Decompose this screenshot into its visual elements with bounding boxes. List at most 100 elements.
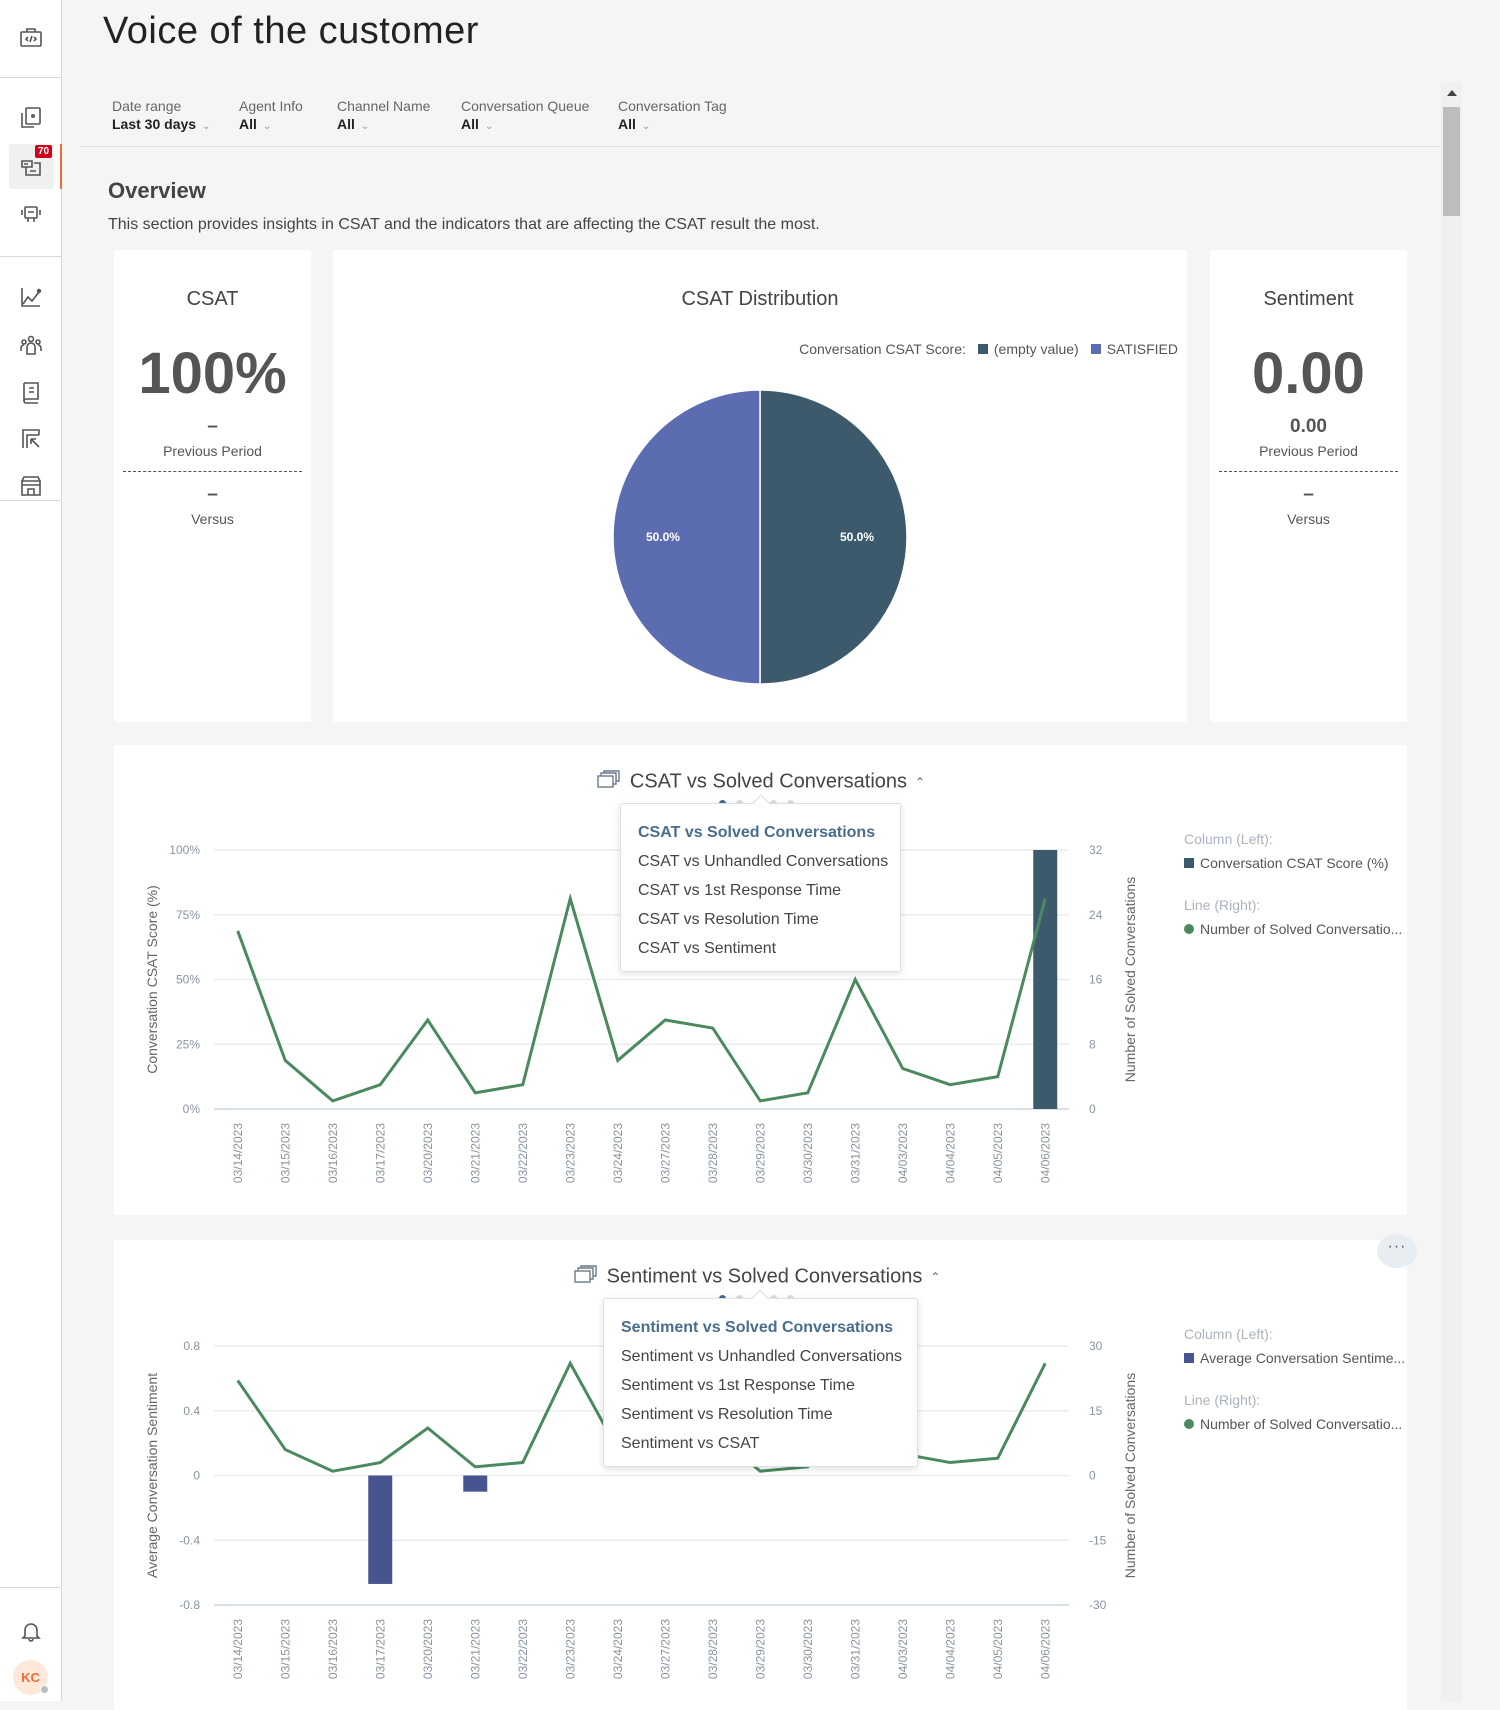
y-tick-label-right: 15 — [1089, 1404, 1103, 1418]
x-tick-label: 03/31/2023 — [848, 1123, 862, 1183]
menu-item[interactable]: CSAT vs Solved Conversations — [621, 818, 900, 847]
x-tick-label: 03/24/2023 — [611, 1619, 625, 1679]
kpi-title: Sentiment — [1263, 288, 1354, 310]
x-tick-label: 03/16/2023 — [326, 1123, 340, 1183]
y-tick-label-left: 100% — [169, 843, 200, 857]
divider — [123, 471, 302, 472]
x-tick-label: 03/23/2023 — [563, 1123, 577, 1183]
x-tick-label: 03/17/2023 — [373, 1619, 387, 1679]
inbox-badge: 70 — [35, 145, 53, 158]
scrollbar[interactable] — [1441, 83, 1462, 1701]
developer-icon[interactable] — [16, 22, 46, 52]
kpi-title: CSAT — [186, 288, 239, 310]
menu-item[interactable]: Sentiment vs Unhandled Conversations — [604, 1342, 917, 1371]
filter-label: Channel Name — [337, 98, 431, 114]
y-tick-label-right: -30 — [1089, 1598, 1107, 1612]
menu-item[interactable]: CSAT vs Resolution Time — [621, 905, 900, 934]
x-tick-label: 03/28/2023 — [706, 1123, 720, 1183]
active-indicator — [60, 144, 62, 189]
x-tick-label: 03/20/2023 — [421, 1619, 435, 1679]
column-bar — [368, 1475, 393, 1584]
y-tick-label-right: 8 — [1089, 1037, 1096, 1051]
y-axis-label-left: Average Conversation Sentiment — [144, 1373, 160, 1578]
sidebar-divider — [0, 256, 62, 257]
knowledge-icon[interactable] — [16, 377, 46, 407]
menu-item[interactable]: CSAT vs 1st Response Time — [621, 876, 900, 905]
legend-group-label: Column (Left): — [1184, 1326, 1273, 1342]
campaign-icon[interactable] — [16, 424, 46, 454]
kpi-versus-label: Versus — [191, 511, 234, 527]
section-title: Overview — [108, 178, 206, 203]
chevron-down-icon: ⌄ — [641, 121, 651, 132]
y-tick-label-right: -15 — [1089, 1533, 1107, 1547]
chevron-down-icon: ⌄ — [360, 121, 370, 132]
team-icon[interactable] — [16, 330, 46, 360]
bell-icon[interactable] — [16, 1616, 46, 1646]
filter-label: Conversation Tag — [618, 98, 727, 114]
x-tick-label: 04/03/2023 — [896, 1123, 910, 1183]
chart-legend: Column (Left): Conversation CSAT Score (… — [1184, 831, 1402, 963]
x-tick-label: 03/20/2023 — [421, 1123, 435, 1183]
x-tick-label: 03/29/2023 — [753, 1619, 767, 1679]
divider — [1219, 471, 1398, 472]
filter-conversation-queue[interactable]: Conversation Queue All ⌄ — [461, 98, 589, 132]
legend-item[interactable]: Number of Solved Conversatio... — [1184, 921, 1402, 937]
x-tick-label: 04/06/2023 — [1038, 1123, 1052, 1183]
kpi-previous-label: Previous Period — [163, 443, 262, 459]
store-icon[interactable] — [16, 471, 46, 501]
section-description: This section provides insights in CSAT a… — [108, 216, 820, 233]
menu-item[interactable]: Sentiment vs CSAT — [604, 1429, 917, 1458]
x-tick-label: 03/27/2023 — [658, 1619, 672, 1679]
csat-card: CSAT 100% – Previous Period – Versus — [114, 250, 311, 722]
menu-item[interactable]: Sentiment vs Resolution Time — [604, 1400, 917, 1429]
menu-item[interactable]: Sentiment vs Solved Conversations — [604, 1313, 917, 1342]
menu-item[interactable]: CSAT vs Unhandled Conversations — [621, 847, 900, 876]
filter-conversation-tag[interactable]: Conversation Tag All ⌄ — [618, 98, 727, 132]
scroll-up-arrow-icon[interactable] — [1447, 90, 1457, 96]
pie-slice — [759, 389, 908, 685]
kpi-previous-label: Previous Period — [1259, 443, 1358, 459]
legend-group-label: Line (Right): — [1184, 897, 1261, 913]
filter-value: All — [618, 116, 636, 132]
analytics-icon[interactable] — [16, 282, 46, 312]
pie-chart: 50.0% 50.0% — [612, 389, 908, 685]
x-tick-label: 03/22/2023 — [516, 1123, 530, 1183]
x-tick-label: 03/15/2023 — [278, 1123, 292, 1183]
sidebar-divider — [0, 500, 62, 501]
filter-label: Agent Info — [239, 98, 303, 114]
y-tick-label-left: 0.8 — [183, 1339, 200, 1353]
menu-item[interactable]: CSAT vs Sentiment — [621, 934, 900, 963]
x-tick-label: 04/03/2023 — [896, 1619, 910, 1679]
filter-bar: Date range Last 30 days ⌄ Agent Info All ⌄… — [80, 92, 1440, 147]
x-tick-label: 03/30/2023 — [801, 1619, 815, 1679]
x-tick-label: 03/15/2023 — [278, 1619, 292, 1679]
x-tick-label: 03/23/2023 — [563, 1619, 577, 1679]
sidebar-divider — [0, 1587, 62, 1588]
filter-date-range[interactable]: Date range Last 30 days ⌄ — [112, 98, 210, 132]
menu-item[interactable]: Sentiment vs 1st Response Time — [604, 1371, 917, 1400]
legend-item[interactable]: Average Conversation Sentime... — [1184, 1350, 1405, 1366]
y-axis-label-left: Conversation CSAT Score (%) — [144, 885, 160, 1074]
bot-icon[interactable] — [16, 198, 46, 228]
filter-channel-name[interactable]: Channel Name All ⌄ — [337, 98, 430, 132]
x-tick-label: 04/04/2023 — [943, 1123, 957, 1183]
kpi-versus-label: Versus — [1287, 511, 1330, 527]
y-tick-label-left: 0% — [183, 1102, 201, 1116]
x-tick-label: 04/05/2023 — [991, 1123, 1005, 1183]
reports-icon[interactable] — [16, 103, 46, 133]
y-axis-label-right: Number of Solved Conversations — [1122, 877, 1138, 1082]
legend-item[interactable]: Number of Solved Conversatio... — [1184, 1416, 1405, 1432]
chart-switcher-menu: Sentiment vs Solved Conversations Sentim… — [603, 1289, 918, 1467]
x-tick-label: 03/29/2023 — [753, 1123, 767, 1183]
csat-distribution-card: CSAT Distribution Conversation CSAT Scor… — [333, 250, 1187, 722]
chevron-down-icon: ⌄ — [202, 121, 211, 132]
filter-value: All — [461, 116, 479, 132]
scrollbar-thumb[interactable] — [1443, 107, 1460, 216]
filter-value: All — [337, 116, 355, 132]
more-options-button[interactable]: ··· — [1377, 1234, 1417, 1268]
filter-agent-info[interactable]: Agent Info All ⌄ — [239, 98, 303, 132]
y-tick-label-right: 30 — [1089, 1339, 1103, 1353]
legend-item[interactable]: Conversation CSAT Score (%) — [1184, 855, 1402, 871]
sentiment-vs-solved-card: Sentiment vs Solved Conversations ⌃ 0.8 0.… — [114, 1240, 1407, 1710]
chart-switcher-menu: CSAT vs Solved Conversations CSAT vs Unh… — [620, 794, 901, 972]
